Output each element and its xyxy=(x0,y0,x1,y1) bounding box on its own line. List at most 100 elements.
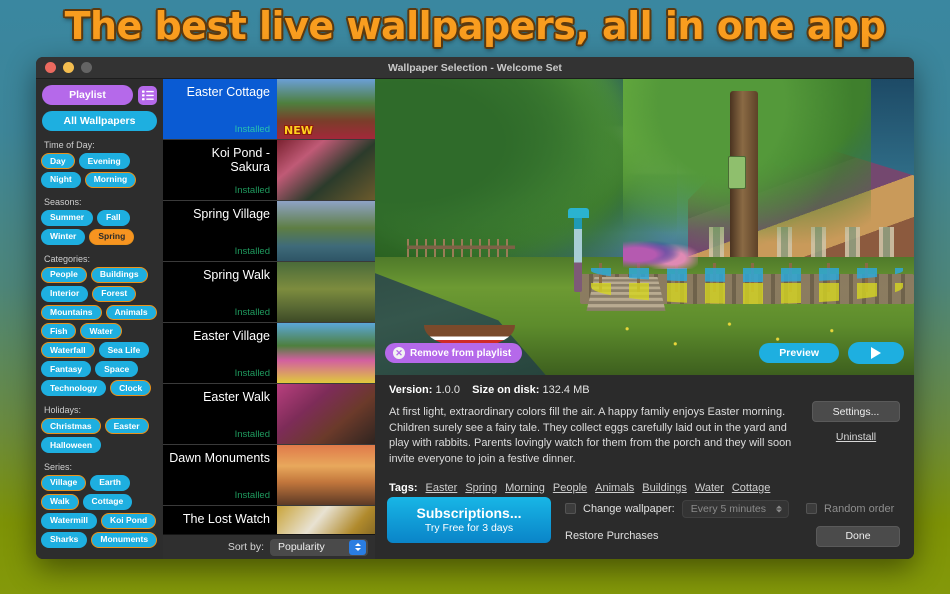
filter-tag[interactable]: Halloween xyxy=(41,437,102,453)
filter-tag[interactable]: Cottage xyxy=(82,493,133,510)
filter-tag[interactable]: Buildings xyxy=(90,266,148,283)
play-button[interactable] xyxy=(848,342,904,365)
filter-group-label: Time of Day: xyxy=(44,140,95,150)
remove-from-playlist-label: Remove from playlist xyxy=(410,347,512,359)
filter-tag[interactable]: Fantasy xyxy=(41,361,92,378)
wallpaper-item-thumbnail xyxy=(277,323,375,383)
filter-group-label: Categories: xyxy=(44,253,91,264)
filter-tag[interactable]: Night xyxy=(41,171,81,188)
subscriptions-button[interactable]: Subscriptions... Try Free for 3 days xyxy=(387,496,551,543)
sort-select[interactable]: Popularity xyxy=(270,538,368,556)
close-circle-icon: ✕ xyxy=(393,347,405,360)
random-order-label: Random order xyxy=(824,502,895,515)
wallpaper-list-item[interactable]: Easter Cottage Installed NEW xyxy=(163,79,375,140)
wallpaper-description: At first light, extraordinary colors fil… xyxy=(389,406,792,465)
wallpaper-list-item[interactable]: Spring Walk Installed xyxy=(163,262,375,323)
list-view-icon[interactable] xyxy=(138,85,157,105)
filter-group-label: Seasons: xyxy=(44,196,82,207)
wallpaper-list-item[interactable]: Koi Pond - Sakura Installed xyxy=(163,140,375,201)
filter-tag[interactable]: Technology xyxy=(41,380,107,397)
filter-tag[interactable]: People xyxy=(41,266,87,283)
filter-tag[interactable]: Walk xyxy=(41,493,79,510)
wallpaper-item-status: Installed xyxy=(234,307,270,318)
filter-tag[interactable]: Sharks xyxy=(41,531,88,548)
done-button[interactable]: Done xyxy=(816,525,900,547)
window-titlebar: Wallpaper Selection - Welcome Set xyxy=(36,57,914,79)
wallpaper-list-item[interactable]: Dawn Monuments Installed xyxy=(163,445,375,506)
detail-tag-link[interactable]: Cottage xyxy=(732,482,771,494)
filter-tag[interactable]: Waterfall xyxy=(41,342,95,359)
filter-tag[interactable]: Winter xyxy=(41,228,86,245)
wallpaper-item-info: Easter Cottage Installed xyxy=(163,79,277,139)
filter-tag[interactable]: Monuments xyxy=(91,531,158,548)
preview-button[interactable]: Preview xyxy=(759,343,839,364)
playlist-button[interactable]: Playlist xyxy=(42,85,133,105)
wallpaper-preview[interactable]: ✕ Remove from playlist Preview xyxy=(375,79,914,376)
wallpaper-item-name: Dawn Monuments xyxy=(169,451,270,465)
random-order-checkbox[interactable] xyxy=(806,503,818,515)
remove-from-playlist-button[interactable]: ✕ Remove from playlist xyxy=(385,343,523,364)
detail-tag-link[interactable]: Easter xyxy=(426,482,458,494)
detail-panel: ✕ Remove from playlist Preview Version: … xyxy=(375,79,914,559)
filter-tag[interactable]: Interior xyxy=(41,285,89,302)
interval-select-value: Every 5 minutes xyxy=(690,502,767,515)
filter-tag-group: People Buildings Interior Forest Mountains An… xyxy=(36,266,163,397)
filter-tag[interactable]: Evening xyxy=(78,153,130,169)
wallpaper-item-status: Installed xyxy=(234,185,270,196)
wallpaper-item-name: Easter Village xyxy=(193,329,270,343)
wallpaper-item-status: Installed xyxy=(234,246,270,257)
filter-tag[interactable]: Mountains xyxy=(41,304,102,321)
detail-tag-link[interactable]: Buildings xyxy=(642,482,687,494)
filter-tag[interactable]: Space xyxy=(95,361,139,378)
interval-select[interactable]: Every 5 minutes xyxy=(681,499,790,518)
filter-tag[interactable]: Easter xyxy=(104,418,149,435)
filter-tag[interactable]: Watermill xyxy=(41,512,97,529)
wallpaper-list[interactable]: Easter Cottage Installed NEW Koi Pond - Sak… xyxy=(163,79,375,534)
close-button[interactable] xyxy=(45,62,56,73)
wallpaper-list-item[interactable]: Spring Village Installed xyxy=(163,201,375,262)
filter-tag[interactable]: Animals xyxy=(105,304,157,321)
filter-tag[interactable]: Morning xyxy=(84,171,137,188)
filter-tag[interactable]: Koi Pond xyxy=(100,512,157,529)
uninstall-link[interactable]: Uninstall xyxy=(836,431,876,443)
wallpaper-list-item[interactable]: Easter Village Installed xyxy=(163,323,375,384)
filter-groups: Time of Day: Day Evening Night Morning Season… xyxy=(36,140,163,548)
preview-lamppost xyxy=(568,208,588,293)
chevron-updown-icon[interactable] xyxy=(349,539,366,555)
filter-tag[interactable]: Day xyxy=(41,153,75,169)
detail-tag-link[interactable]: Water xyxy=(695,482,724,494)
wallpaper-list-item[interactable]: Easter Walk Installed xyxy=(163,384,375,445)
filter-tag-group: Summer Fall Winter Spring xyxy=(36,209,163,245)
wallpaper-rotation-options: Change wallpaper: Every 5 minutes Random… xyxy=(565,499,895,518)
restore-purchases-link[interactable]: Restore Purchases xyxy=(565,530,659,542)
minimize-button[interactable] xyxy=(63,62,74,73)
change-wallpaper-checkbox[interactable] xyxy=(565,503,576,515)
detail-tag-link[interactable]: People xyxy=(553,482,587,494)
filter-tag[interactable]: Summer xyxy=(41,209,94,226)
playlist-row: Playlist xyxy=(36,85,163,105)
size-label: Size on disk: xyxy=(472,384,540,397)
maximize-button[interactable] xyxy=(81,62,92,73)
settings-button[interactable]: Settings... xyxy=(812,401,900,423)
all-wallpapers-button[interactable]: All Wallpapers xyxy=(42,111,157,131)
filter-tag[interactable]: Village xyxy=(41,474,87,491)
subscriptions-title: Subscriptions... xyxy=(416,505,522,522)
filter-tag[interactable]: Fall xyxy=(97,209,130,226)
wallpaper-item-thumbnail xyxy=(277,262,375,322)
wallpaper-list-item[interactable]: The Lost Watch xyxy=(163,506,375,534)
detail-tag-link[interactable]: Animals xyxy=(595,482,634,494)
filter-tag[interactable]: Clock xyxy=(110,380,152,397)
detail-tag-link[interactable]: Spring xyxy=(465,482,497,494)
filter-tag[interactable]: Earth xyxy=(90,474,130,491)
filter-tag[interactable]: Sea Life xyxy=(98,342,150,359)
filter-tag[interactable]: Water xyxy=(80,323,122,340)
filter-tag[interactable]: Forest xyxy=(92,285,137,302)
wallpaper-item-info: The Lost Watch xyxy=(163,506,277,534)
filter-tag[interactable]: Fish xyxy=(41,323,77,340)
filter-tag[interactable]: Spring xyxy=(89,228,135,245)
wallpaper-item-thumbnail xyxy=(277,506,375,534)
window-controls[interactable] xyxy=(36,62,92,73)
filter-tag[interactable]: Christmas xyxy=(41,418,101,435)
wallpaper-item-info: Dawn Monuments Installed xyxy=(163,445,277,505)
detail-tag-link[interactable]: Morning xyxy=(505,482,545,494)
